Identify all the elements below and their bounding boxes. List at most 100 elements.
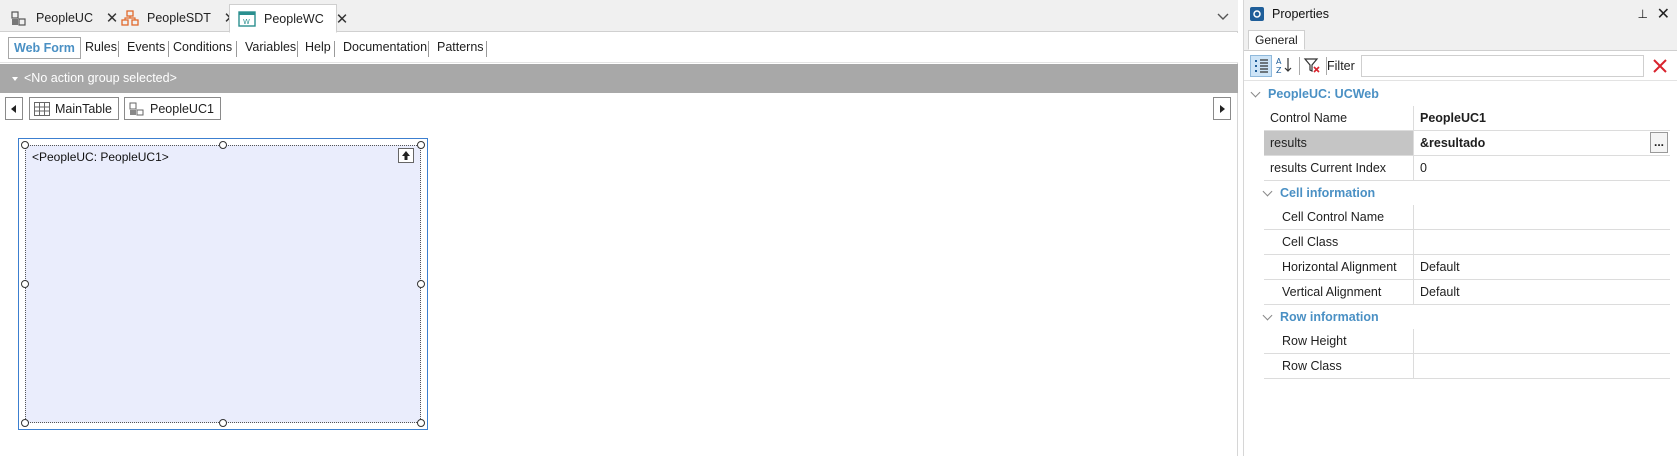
property-value[interactable] xyxy=(1415,354,1670,378)
panel-title: Properties xyxy=(1272,7,1329,21)
category-label: Row information xyxy=(1280,310,1379,324)
ellipsis-button[interactable]: ... xyxy=(1650,132,1668,153)
breadcrumb: MainTable PeopleUC1 xyxy=(0,96,1238,122)
tab-documentation[interactable]: Documentation xyxy=(338,37,432,59)
resize-handle[interactable] xyxy=(417,419,425,427)
breadcrumb-item-maintable[interactable]: MainTable xyxy=(29,97,119,120)
scroll-right-button[interactable] xyxy=(1213,97,1231,120)
property-value[interactable]: Default xyxy=(1415,255,1670,279)
arrow-right-icon xyxy=(1220,105,1225,113)
doc-tab-label: PeopleWC xyxy=(264,11,324,26)
section-tab-bar: Web Form Rules Events Conditions Variabl… xyxy=(0,33,1238,63)
toolbar-separator xyxy=(1299,57,1300,75)
category-cell-information[interactable]: Cell information xyxy=(1262,181,1376,205)
resize-handle[interactable] xyxy=(219,419,227,427)
property-row-row-height[interactable]: Row Height xyxy=(1264,329,1670,354)
close-icon[interactable]: ✕ xyxy=(336,10,349,28)
chevron-down-icon xyxy=(1262,310,1273,320)
property-value[interactable]: PeopleUC1 xyxy=(1415,106,1670,130)
property-row-cell-class[interactable]: Cell Class xyxy=(1264,230,1670,255)
resize-handle[interactable] xyxy=(21,419,29,427)
form-canvas[interactable]: <PeopleUC: PeopleUC1> xyxy=(0,124,1238,456)
property-value[interactable] xyxy=(1415,205,1670,229)
category-row-information[interactable]: Row information xyxy=(1262,305,1379,329)
sdt-icon xyxy=(121,10,139,26)
scroll-left-button[interactable] xyxy=(5,97,23,120)
tab-general[interactable]: General xyxy=(1248,30,1305,50)
resize-handle[interactable] xyxy=(417,280,425,288)
tab-patterns[interactable]: Patterns xyxy=(432,37,489,59)
tab-help[interactable]: Help xyxy=(300,37,336,59)
breadcrumb-label: MainTable xyxy=(55,101,112,116)
property-name: results Current Index xyxy=(1264,156,1414,180)
resize-handle[interactable] xyxy=(417,141,425,149)
category-label: Cell information xyxy=(1280,186,1376,200)
property-row-row-class[interactable]: Row Class xyxy=(1264,354,1670,379)
close-icon[interactable]: ✕ xyxy=(1657,4,1670,24)
filter-button[interactable] xyxy=(1302,55,1324,77)
user-control-icon xyxy=(10,10,28,26)
caret-down-icon xyxy=(12,76,18,81)
form-editor: PeopleUC ✕ PeopleSDT ✕ W PeopleWC ✕ Web … xyxy=(0,0,1238,456)
property-value[interactable]: 0 xyxy=(1415,156,1670,180)
property-row-vertical-alignment[interactable]: Vertical Alignment Default xyxy=(1264,280,1670,305)
tab-rules[interactable]: Rules xyxy=(80,37,122,59)
funnel-icon xyxy=(1303,58,1320,73)
property-row-cell-control-name[interactable]: Cell Control Name xyxy=(1264,205,1670,230)
property-name: results xyxy=(1264,131,1414,155)
property-name: Horizontal Alignment xyxy=(1264,255,1414,279)
arrow-up-icon xyxy=(402,151,410,160)
property-value[interactable]: &resultado xyxy=(1415,131,1670,155)
svg-text:W: W xyxy=(243,18,250,26)
property-name: Row Height xyxy=(1264,329,1414,353)
property-value[interactable] xyxy=(1415,329,1670,353)
property-name: Control Name xyxy=(1264,106,1414,130)
chevron-down-icon xyxy=(1262,186,1273,196)
property-row-control-name[interactable]: Control Name PeopleUC1 xyxy=(1264,106,1670,131)
tab-conditions[interactable]: Conditions xyxy=(168,37,237,59)
clear-filter-button[interactable] xyxy=(1650,56,1670,76)
tab-variables[interactable]: Variables xyxy=(240,37,301,59)
resize-handle[interactable] xyxy=(219,141,227,149)
clear-x-icon xyxy=(1653,59,1667,73)
select-parent-button[interactable] xyxy=(398,148,414,163)
property-name: Cell Class xyxy=(1264,230,1414,254)
property-row-results[interactable]: results &resultado ... xyxy=(1264,131,1670,156)
property-name: Row Class xyxy=(1264,354,1414,378)
category-peopleuc[interactable]: PeopleUC: UCWeb xyxy=(1250,82,1379,106)
tab-separator xyxy=(118,41,119,57)
user-control-icon xyxy=(129,102,145,116)
tab-events[interactable]: Events xyxy=(122,37,170,59)
categorized-view-button[interactable] xyxy=(1250,55,1272,77)
action-group-bar[interactable]: <No action group selected> xyxy=(0,64,1238,93)
doc-tab-peopleuc[interactable]: PeopleUC ✕ xyxy=(2,4,119,32)
resize-handle[interactable] xyxy=(21,280,29,288)
filter-input[interactable] xyxy=(1361,55,1644,77)
filter-label: Filter xyxy=(1327,59,1355,73)
alphabetical-sort-button[interactable]: AZ xyxy=(1274,55,1296,77)
property-value[interactable]: Default xyxy=(1415,280,1670,304)
svg-text:A: A xyxy=(1276,57,1282,66)
svg-text:Z: Z xyxy=(1276,66,1282,75)
doc-tab-peoplesdt[interactable]: PeopleSDT ✕ xyxy=(113,4,237,32)
pin-icon[interactable]: ⊥ xyxy=(1638,7,1648,21)
property-name: Cell Control Name xyxy=(1264,205,1414,229)
doc-tab-peoplewc[interactable]: W PeopleWC ✕ xyxy=(229,4,348,33)
user-control-selection-frame[interactable]: <PeopleUC: PeopleUC1> xyxy=(18,138,428,430)
table-grid-icon xyxy=(34,101,50,116)
tab-separator xyxy=(236,41,237,57)
tab-separator xyxy=(428,41,429,57)
control-label: <PeopleUC: PeopleUC1> xyxy=(32,150,169,164)
categorized-icon xyxy=(1255,59,1268,73)
property-row-results-current-index[interactable]: results Current Index 0 xyxy=(1264,156,1670,181)
user-control-peopleuc1[interactable]: <PeopleUC: PeopleUC1> xyxy=(25,145,421,423)
tabs-overflow-chevron-icon[interactable] xyxy=(1216,9,1230,23)
chevron-down-icon xyxy=(1250,87,1261,97)
tab-web-form[interactable]: Web Form xyxy=(8,37,81,59)
properties-gear-icon xyxy=(1250,7,1264,21)
property-value[interactable] xyxy=(1415,230,1670,254)
breadcrumb-item-peopleuc1[interactable]: PeopleUC1 xyxy=(124,97,221,120)
resize-handle[interactable] xyxy=(21,141,29,149)
property-row-horizontal-alignment[interactable]: Horizontal Alignment Default xyxy=(1264,255,1670,280)
tab-separator xyxy=(486,41,487,57)
